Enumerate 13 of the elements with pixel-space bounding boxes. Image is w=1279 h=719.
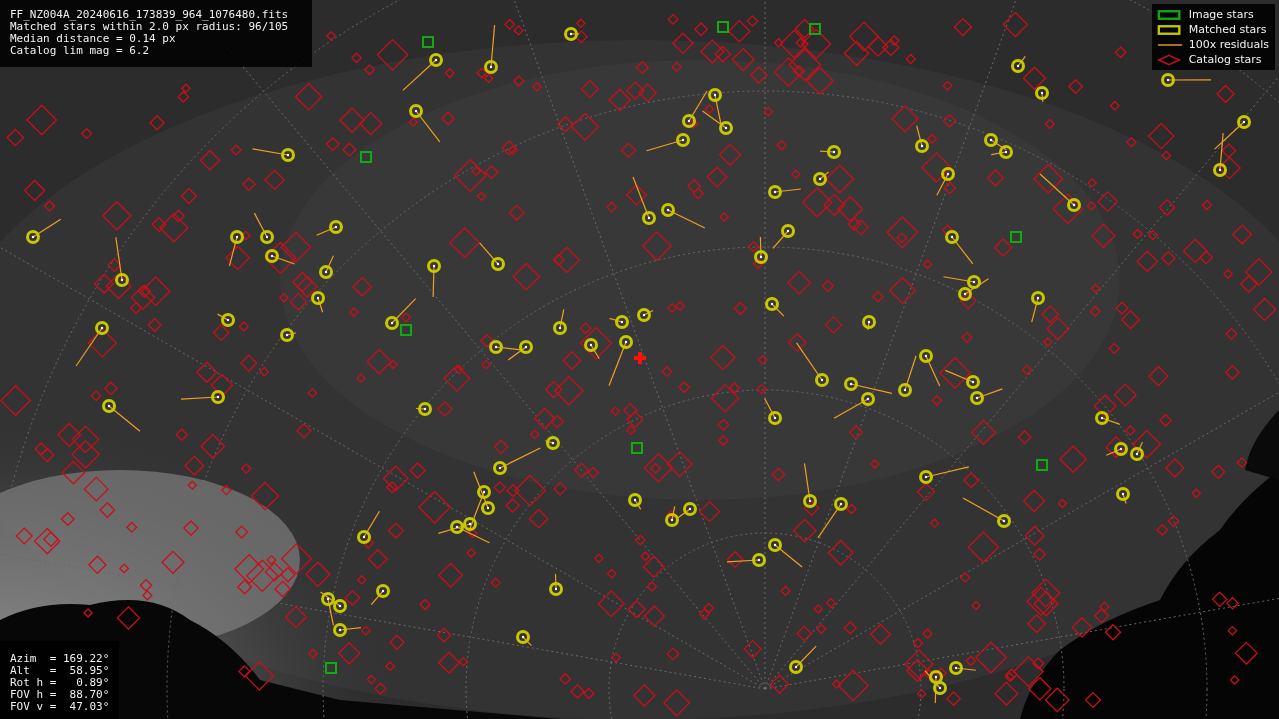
legend-label: Image stars bbox=[1188, 8, 1254, 21]
info-text: Azim = 169.22° bbox=[10, 653, 110, 665]
info-text: Median distance = 0.14 px bbox=[10, 33, 177, 45]
info-text: FOV h = 88.70° bbox=[10, 689, 110, 701]
info-text: Catalog lim mag = 6.2 bbox=[10, 45, 151, 57]
legend-label: Matched stars bbox=[1188, 23, 1267, 36]
info-text: FOV v = 47.03° bbox=[10, 701, 110, 713]
info-text: FF_NZ004A_20240616_173839_964_1076480.fits bbox=[10, 9, 290, 21]
legend-label: 100x residuals bbox=[1188, 38, 1269, 51]
info-text: Alt = 58.95° bbox=[10, 665, 110, 677]
info-text: Rot h = 0.89° bbox=[10, 677, 110, 689]
info-text: Matched stars within 2.0 px radius: 96/105 bbox=[10, 21, 290, 33]
legend-label: Catalog stars bbox=[1188, 53, 1262, 66]
